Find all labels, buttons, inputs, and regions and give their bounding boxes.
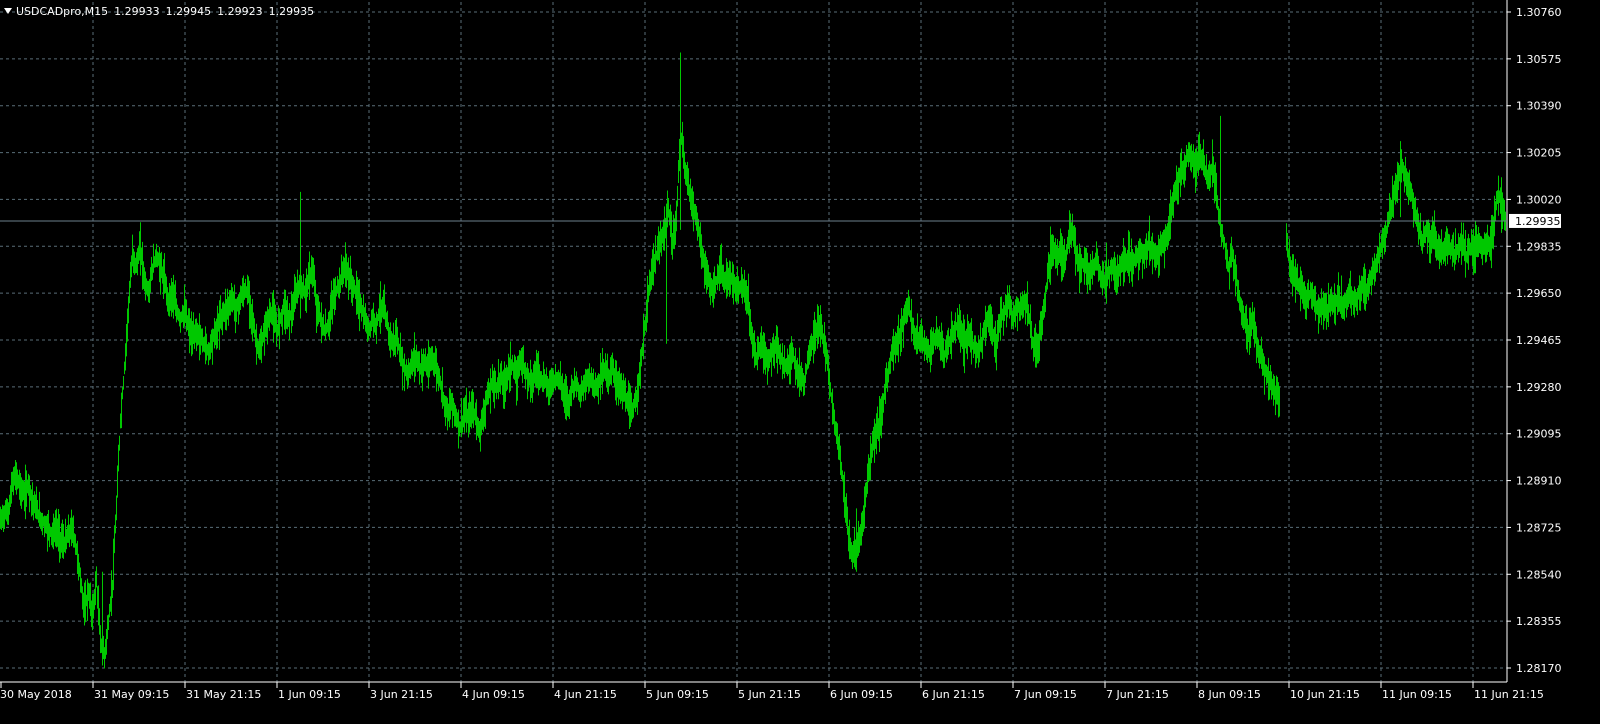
y-tick-label: 1.30390 xyxy=(1516,100,1562,113)
y-tick-label: 1.28725 xyxy=(1516,521,1562,534)
x-tick-label: 6 Jun 21:15 xyxy=(922,688,985,701)
x-tick-label: 4 Jun 21:15 xyxy=(554,688,617,701)
x-tick-label: 5 Jun 09:15 xyxy=(646,688,709,701)
x-tick-label: 7 Jun 21:15 xyxy=(1106,688,1169,701)
chart-canvas: 1.30760 1.30575 1.30390 1.30205 1.30020 1.298… xyxy=(0,0,1562,701)
y-tick-label: 1.29280 xyxy=(1516,381,1562,394)
y-tick-label: 1.30575 xyxy=(1516,53,1562,66)
x-tick-label: 31 May 09:15 xyxy=(94,688,169,701)
ohlc-high: 1.29945 xyxy=(165,4,212,18)
y-tick-label: 1.28170 xyxy=(1516,662,1562,675)
x-tick-label: 4 Jun 09:15 xyxy=(462,688,525,701)
x-tick-label: 3 Jun 21:15 xyxy=(370,688,433,701)
x-tick-label: 11 Jun 21:15 xyxy=(1474,688,1544,701)
y-tick-label: 1.28540 xyxy=(1516,568,1562,581)
x-tick-label: 6 Jun 09:15 xyxy=(830,688,893,701)
x-tick-label: 31 May 21:15 xyxy=(186,688,261,701)
collapse-triangle-icon[interactable] xyxy=(4,8,12,14)
x-tick-label: 11 Jun 09:15 xyxy=(1382,688,1452,701)
x-tick-label: 5 Jun 21:15 xyxy=(738,688,801,701)
price-chart[interactable]: 1.30760 1.30575 1.30390 1.30205 1.30020 1.298… xyxy=(0,0,1600,724)
y-tick-label: 1.29835 xyxy=(1516,240,1562,253)
x-tick-label: 1 Jun 09:15 xyxy=(278,688,341,701)
y-tick-label: 1.30760 xyxy=(1516,6,1562,19)
y-tick-label: 1.28355 xyxy=(1516,615,1562,628)
x-tick-label: 8 Jun 09:15 xyxy=(1198,688,1261,701)
x-tick-label: 30 May 2018 xyxy=(0,688,72,701)
x-tick-label: 10 Jun 21:15 xyxy=(1290,688,1360,701)
y-tick-label: 1.29095 xyxy=(1516,428,1562,441)
y-tick-label: 1.29650 xyxy=(1516,287,1562,300)
y-tick-label: 1.30020 xyxy=(1516,193,1562,206)
current-price-label: 1.29935 xyxy=(1515,215,1561,228)
y-tick-label: 1.29465 xyxy=(1516,334,1562,347)
y-tick-label: 1.28910 xyxy=(1516,475,1562,488)
ohlc-low: 1.29923 xyxy=(217,4,263,18)
x-tick-label: 7 Jun 09:15 xyxy=(1014,688,1077,701)
y-tick-label: 1.30205 xyxy=(1516,147,1562,160)
chart-header: USDCADpro,M15 1.29933 1.29945 1.29923 1.… xyxy=(4,3,320,19)
symbol-label: USDCADpro,M15 xyxy=(16,4,109,18)
ohlc-open: 1.29933 xyxy=(114,4,160,18)
ohlc-close: 1.29935 xyxy=(268,4,315,18)
